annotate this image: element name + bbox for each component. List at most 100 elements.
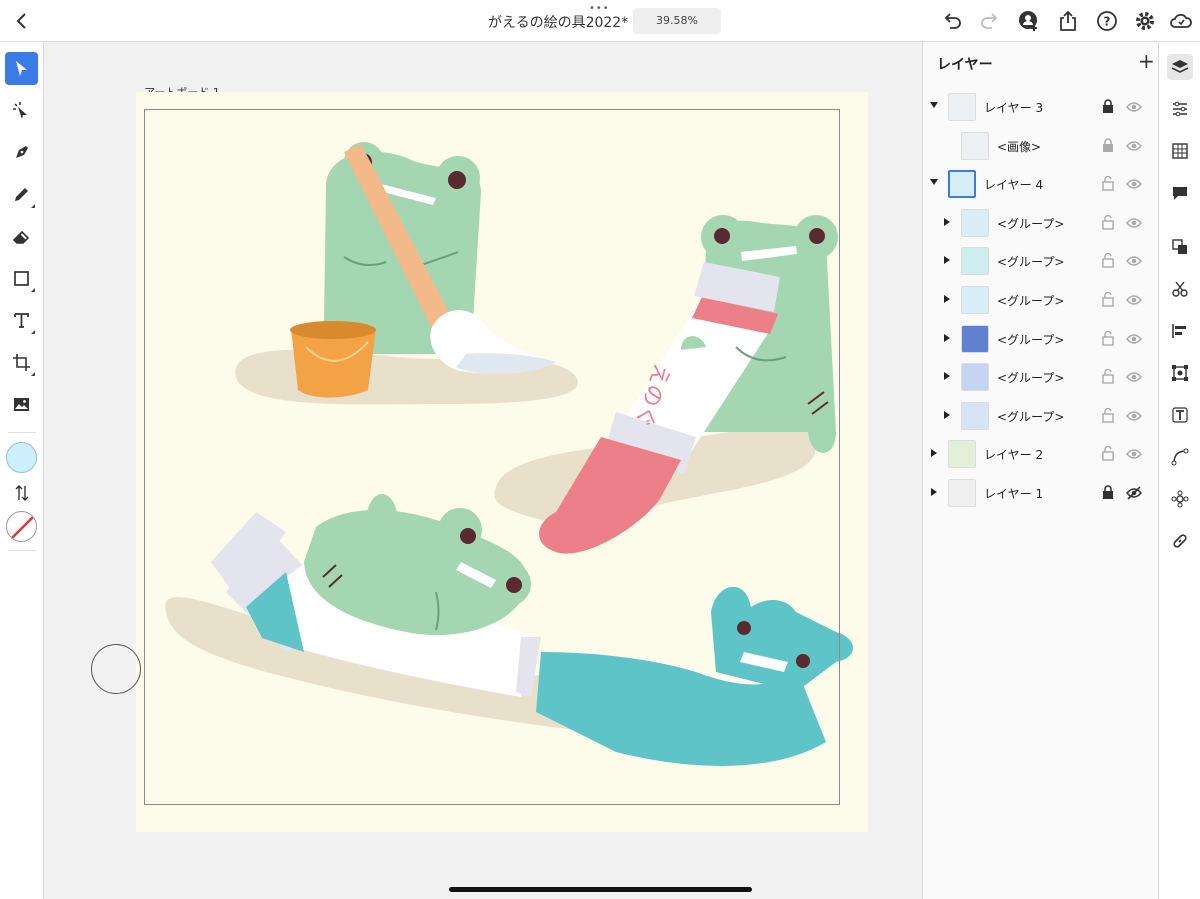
lock-icon[interactable] bbox=[1101, 137, 1115, 157]
layer-name: <グループ> bbox=[997, 216, 1065, 231]
libraries-icon[interactable] bbox=[1167, 138, 1193, 164]
home-indicator[interactable] bbox=[449, 887, 752, 892]
link-icon[interactable] bbox=[1167, 528, 1193, 554]
invite-user-icon[interactable] bbox=[1018, 10, 1040, 32]
direct-selection-tool[interactable] bbox=[5, 94, 38, 127]
disclosure-collapsed-icon[interactable] bbox=[931, 449, 937, 458]
back-chevron-icon[interactable] bbox=[12, 10, 32, 32]
layers-panel: レイヤー + レイヤー 3 <画像> レイヤー 4 <グループ> <グループ> <グループ… bbox=[922, 42, 1158, 899]
properties-icon[interactable] bbox=[1167, 96, 1193, 122]
cloud-sync-icon[interactable] bbox=[1170, 10, 1192, 32]
layer-thumbnail bbox=[961, 208, 989, 237]
eye-icon[interactable] bbox=[1126, 99, 1142, 118]
canvas-area[interactable]: アートボード 1 えのぐ bbox=[44, 42, 922, 899]
layer-thumbnail bbox=[961, 131, 989, 160]
sublayer-row[interactable]: <グループ> bbox=[923, 281, 1159, 319]
eye-icon[interactable] bbox=[1126, 292, 1142, 311]
unlock-icon[interactable] bbox=[1101, 175, 1115, 195]
repeat-icon[interactable] bbox=[1167, 486, 1193, 512]
selection-tool[interactable] bbox=[5, 52, 38, 85]
layer-row[interactable]: レイヤー 1 bbox=[923, 474, 1159, 512]
stroke-color-swatch[interactable] bbox=[6, 511, 37, 542]
eye-icon[interactable] bbox=[1126, 369, 1142, 388]
disclosure-collapsed-icon[interactable] bbox=[931, 488, 937, 496]
disclosure-expanded-icon[interactable] bbox=[930, 102, 938, 108]
settings-icon[interactable] bbox=[1134, 10, 1156, 32]
artboard-frame[interactable] bbox=[144, 109, 840, 805]
disclosure-collapsed-icon[interactable] bbox=[944, 217, 950, 226]
pen-nib-icon bbox=[16, 146, 28, 158]
layer-row[interactable]: レイヤー 2 bbox=[923, 435, 1159, 473]
layer-thumbnail bbox=[961, 363, 989, 392]
eye-icon[interactable] bbox=[1126, 176, 1142, 195]
unlock-icon[interactable] bbox=[1101, 330, 1115, 350]
share-icon[interactable] bbox=[1057, 10, 1079, 32]
disclosure-collapsed-icon[interactable] bbox=[944, 410, 950, 419]
type-panel-icon[interactable] bbox=[1167, 402, 1193, 428]
help-icon[interactable]: ? bbox=[1096, 10, 1118, 32]
top-bar: ••• がえるの絵の具2022* 39.58% ? bbox=[0, 0, 1200, 42]
disclosure-collapsed-icon[interactable] bbox=[944, 256, 950, 265]
add-layer-button[interactable]: + bbox=[1138, 51, 1155, 71]
eye-icon[interactable] bbox=[1126, 253, 1142, 272]
transform-tool[interactable] bbox=[5, 346, 38, 379]
layer-name: <グループ> bbox=[997, 409, 1065, 424]
pen-tool[interactable] bbox=[5, 136, 38, 169]
layer-row[interactable]: レイヤー 4 bbox=[923, 165, 1159, 203]
arrow-cursor-icon bbox=[16, 61, 27, 76]
layer-row[interactable]: レイヤー 3 bbox=[923, 88, 1159, 126]
layer-thumbnail bbox=[948, 170, 976, 199]
fill-color-swatch[interactable] bbox=[6, 442, 37, 473]
eye-icon[interactable] bbox=[1126, 138, 1142, 157]
pathfinder-icon[interactable] bbox=[1167, 276, 1193, 302]
lock-icon[interactable] bbox=[1101, 99, 1115, 118]
crop-transform-icon bbox=[13, 354, 30, 371]
path-icon[interactable] bbox=[1167, 444, 1193, 470]
unlock-icon[interactable] bbox=[1101, 214, 1115, 234]
pencil-tool[interactable] bbox=[5, 178, 38, 211]
toolbar-divider bbox=[8, 550, 36, 551]
sublayer-row[interactable]: <グループ> bbox=[923, 204, 1159, 242]
eye-icon[interactable] bbox=[1126, 215, 1142, 234]
disclosure-collapsed-icon[interactable] bbox=[944, 295, 950, 303]
eye-hidden-icon[interactable] bbox=[1126, 485, 1142, 504]
unlock-icon[interactable] bbox=[1101, 368, 1115, 388]
layer-thumbnail bbox=[948, 479, 976, 507]
unlock-icon[interactable] bbox=[1101, 446, 1115, 465]
eye-icon[interactable] bbox=[1126, 408, 1142, 427]
layers-icon[interactable] bbox=[1167, 54, 1193, 80]
layer-name: レイヤー 4 bbox=[984, 178, 1044, 193]
sublayer-row[interactable]: <グループ> bbox=[923, 320, 1159, 358]
toolbar-divider bbox=[8, 432, 36, 433]
comments-icon[interactable] bbox=[1167, 180, 1193, 206]
panel-title: レイヤー bbox=[937, 57, 993, 73]
eraser-tool[interactable] bbox=[5, 220, 38, 253]
zoom-level[interactable]: 39.58% bbox=[633, 8, 721, 34]
redo-icon[interactable] bbox=[979, 10, 1001, 32]
disclosure-expanded-icon[interactable] bbox=[930, 179, 938, 186]
shape-tool[interactable] bbox=[5, 262, 38, 295]
unlock-icon[interactable] bbox=[1101, 291, 1115, 311]
svg-text:?: ? bbox=[1104, 15, 1111, 29]
transform-icon[interactable] bbox=[1167, 360, 1193, 386]
lock-icon[interactable] bbox=[1101, 485, 1115, 504]
align-icon[interactable] bbox=[1167, 318, 1193, 344]
document-title[interactable]: がえるの絵の具2022* bbox=[488, 12, 628, 32]
unlock-icon[interactable] bbox=[1101, 253, 1115, 272]
sublayer-row[interactable]: <グループ> bbox=[923, 358, 1159, 396]
unlock-icon[interactable] bbox=[1101, 407, 1115, 427]
type-tool[interactable] bbox=[5, 304, 38, 337]
eye-icon[interactable] bbox=[1126, 331, 1142, 350]
sublayer-row[interactable]: <グループ> bbox=[923, 397, 1159, 435]
eye-icon[interactable] bbox=[1126, 446, 1142, 465]
arrange-icon[interactable] bbox=[1167, 234, 1193, 260]
disclosure-collapsed-icon[interactable] bbox=[944, 333, 950, 342]
sublayer-row[interactable]: <画像> bbox=[923, 127, 1159, 165]
swap-fill-stroke-icon[interactable] bbox=[11, 482, 33, 504]
image-tool[interactable] bbox=[5, 388, 38, 421]
type-t-icon bbox=[14, 313, 29, 328]
tools-panel bbox=[0, 42, 44, 899]
undo-icon[interactable] bbox=[941, 10, 963, 32]
disclosure-collapsed-icon[interactable] bbox=[944, 372, 950, 381]
sublayer-row[interactable]: <グループ> bbox=[923, 242, 1159, 280]
